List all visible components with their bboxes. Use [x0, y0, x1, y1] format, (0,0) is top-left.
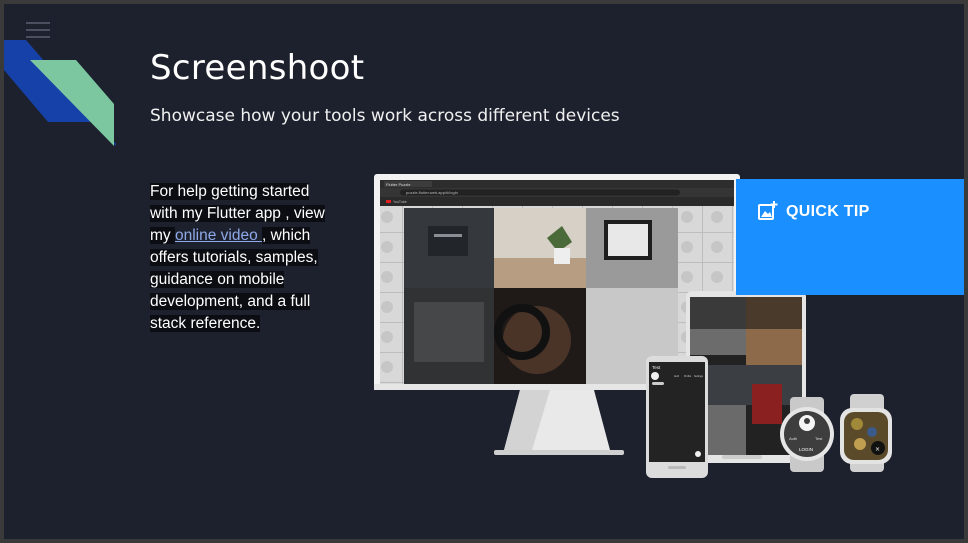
body-line: offers tutorials, samples, — [150, 249, 318, 266]
body-line: development, and a full — [150, 293, 311, 310]
phone-action: Auth — [674, 375, 680, 378]
decorative-stripes — [4, 40, 116, 146]
browser-tab-title: Flutter Puzzle — [386, 182, 411, 187]
phone-title: Test — [652, 365, 661, 370]
phone-action: Profile — [684, 375, 692, 378]
browser-url: puzzle-flutter.web.app/#/login — [406, 190, 458, 195]
quick-tip-card: QUICK TIP — [736, 179, 964, 295]
body-line: For help getting started — [150, 183, 310, 200]
watch-right-label: Test — [815, 436, 823, 441]
watch-puzzle: × — [840, 394, 892, 472]
phone-action: Settings — [694, 375, 704, 378]
quick-tip-label: QUICK TIP — [786, 203, 870, 220]
phone: Test Auth Profile Settings — [646, 356, 708, 478]
watch-left-label: Auth — [789, 436, 797, 441]
body-line: guidance on mobile — [150, 271, 285, 288]
online-video-link[interactable]: online video — [175, 227, 262, 244]
slide: Screenshoot Showcase how your tools work… — [4, 4, 964, 539]
body-line: with my Flutter app , view — [150, 205, 325, 222]
body-line: , which — [262, 227, 311, 244]
watch-login-button: LOGIN — [799, 447, 813, 452]
menu-icon[interactable] — [26, 20, 52, 40]
page-subtitle: Showcase how your tools work across diff… — [150, 106, 620, 126]
youtube-bookmark: YouTube — [393, 200, 407, 204]
add-photo-icon — [758, 201, 778, 220]
page-title: Screenshoot — [150, 48, 365, 88]
body-paragraph: For help getting started with my Flutter… — [150, 181, 350, 335]
close-icon: × — [875, 446, 880, 453]
body-line: my — [150, 227, 175, 244]
body-line: stack reference. — [150, 315, 261, 332]
